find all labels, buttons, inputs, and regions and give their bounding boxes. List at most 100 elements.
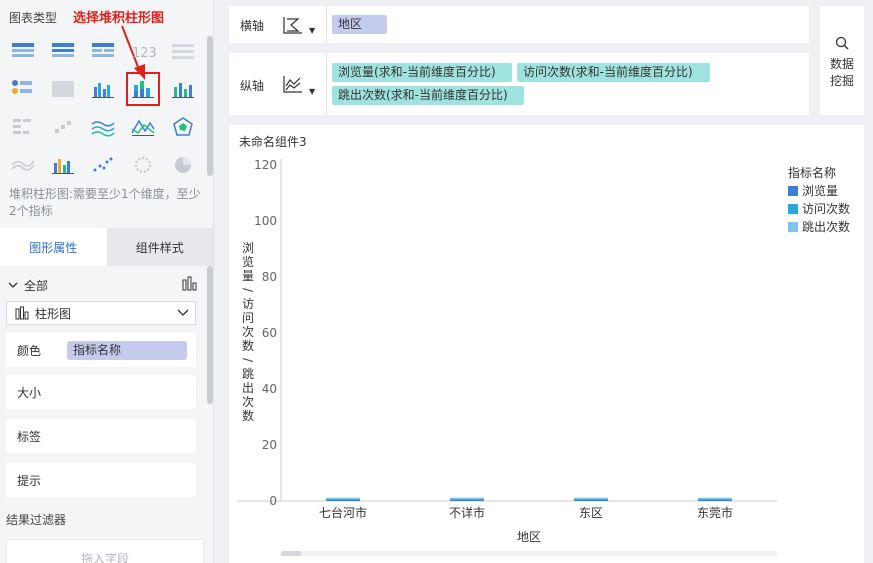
property-size[interactable]: 大小: [6, 375, 196, 409]
dot-list-icon[interactable]: [6, 72, 40, 106]
radar-chart-icon[interactable]: [166, 110, 200, 144]
bar-1[interactable]: [574, 499, 608, 501]
y-axis-title-char: 出: [242, 381, 254, 395]
detail-table-icon[interactable]: [166, 34, 200, 68]
bar-3[interactable]: [698, 497, 732, 499]
grouped-table-icon[interactable]: [46, 34, 80, 68]
chart-type-scrollbar[interactable]: [207, 36, 213, 176]
data-mining-line2: 挖掘: [829, 74, 854, 88]
chart-type-panel: 图表类型 选择堆积柱形图 123 堆积柱形图:需要至少1个维度，至少2个指标 图…: [0, 0, 214, 563]
property-color[interactable]: 颜色 指标名称: [6, 333, 196, 367]
bar-1[interactable]: [450, 499, 484, 501]
y-axis-title-char: 次: [242, 395, 254, 409]
y-tick-label: 0: [269, 494, 277, 508]
line-chart-icon[interactable]: [86, 110, 120, 144]
x-axis-panel: 横轴 ▼ 地区: [229, 6, 809, 43]
y-tick-label: 120: [254, 158, 277, 172]
chevron-down-icon: [177, 309, 189, 316]
map-chart-icon[interactable]: [46, 72, 80, 106]
x-axis-type-icon[interactable]: [282, 15, 304, 35]
tab-graph-properties[interactable]: 图形属性: [0, 228, 107, 266]
chart-type-title: 图表类型: [9, 11, 58, 25]
stacked-column-chart: 020406080100120浏览量/访问次数/跳出次数七台河市 不详市 东区 东莞市…: [237, 158, 850, 556]
pie-chart-icon[interactable]: [166, 148, 200, 182]
property-scrollbar[interactable]: [207, 266, 213, 404]
legend-item-label[interactable]: 跳出次数: [802, 219, 850, 234]
chevron-down-icon[interactable]: [8, 280, 18, 290]
legend-swatch[interactable]: [788, 222, 798, 232]
property-color-label: 颜色: [17, 343, 42, 358]
legend-item-label[interactable]: 访问次数: [802, 201, 850, 216]
y-axis-separator: [326, 53, 327, 115]
legend-swatch[interactable]: [788, 186, 798, 196]
combo-chart-icon[interactable]: [46, 148, 80, 182]
legend-title: 指标名称: [788, 165, 836, 180]
property-tabs: 图形属性 组件样式: [0, 228, 213, 266]
tab-component-style[interactable]: 组件样式: [106, 228, 213, 266]
kpi-number-icon[interactable]: 123: [126, 34, 160, 68]
y-tick-label: 20: [262, 438, 277, 452]
x-axis-label: 横轴: [240, 19, 265, 33]
x-axis-caret-icon[interactable]: ▼: [309, 26, 315, 35]
all-label: 全部: [24, 278, 49, 293]
x-axis-title: 地区: [517, 530, 541, 544]
multi-bar-icon[interactable]: [86, 72, 120, 106]
legend-swatch[interactable]: [788, 204, 798, 214]
y-axis-title-char: 览: [242, 254, 254, 269]
all-row[interactable]: 全部: [8, 276, 198, 294]
y-tick-label: 80: [262, 270, 277, 284]
bar-2[interactable]: [574, 498, 608, 500]
bar-3[interactable]: [450, 497, 484, 499]
bar-2[interactable]: [326, 498, 360, 500]
bar-2[interactable]: [450, 498, 484, 500]
y-axis-panel: 纵轴 ▼ 浏览量(求和-当前维度百分比) 访问次数(求和-当前维度百分比) 跳出…: [229, 53, 809, 115]
y-axis-title-char: 访: [242, 297, 254, 311]
y-axis-title-char: 问: [242, 311, 254, 325]
stacked-column-chart-icon[interactable]: [126, 72, 160, 106]
y-axis-title-char: 跳: [242, 367, 254, 381]
area-chart-icon[interactable]: [126, 110, 160, 144]
step-chart-icon[interactable]: [46, 110, 80, 144]
chart-card: 未命名组件3 0 20 40 60 80 100 120 浏览量 / 访问次数 / 跳出次数七台河市不…: [229, 125, 864, 563]
dot-ring-icon[interactable]: [126, 148, 160, 182]
property-label[interactable]: 标签: [6, 419, 196, 453]
data-mining-line1: 数据: [829, 57, 854, 71]
y-axis-title-char: /: [241, 358, 255, 363]
y-axis-type-icon[interactable]: [282, 74, 304, 94]
y-field-pill-3[interactable]: 跳出次数(求和-当前维度百分比): [332, 86, 524, 105]
legend-item-label[interactable]: 浏览量: [802, 183, 838, 198]
bar-3[interactable]: [574, 497, 608, 499]
scatter-chart-icon[interactable]: [86, 148, 120, 182]
bar-3[interactable]: [326, 497, 360, 499]
y-tick-label: 60: [262, 326, 277, 340]
table-chart-icon[interactable]: [6, 34, 40, 68]
y-field-pill-2[interactable]: 访问次数(求和-当前维度百分比): [517, 63, 710, 82]
bar-list-icon[interactable]: [6, 110, 40, 144]
y-field-pill-1[interactable]: 浏览量(求和-当前维度百分比): [332, 63, 512, 82]
x-field-pill[interactable]: 地区: [332, 15, 387, 34]
y-axis-title-char: 量: [242, 269, 254, 283]
stream-chart-icon[interactable]: [6, 148, 40, 182]
chart-h-scrollbar[interactable]: [281, 551, 777, 556]
cross-table-icon[interactable]: [86, 34, 120, 68]
data-mining-button[interactable]: 数据 挖掘: [820, 6, 864, 115]
y-axis-title-char: /: [241, 288, 255, 293]
y-tick-label: 100: [254, 214, 277, 228]
bar-chart-icon[interactable]: [182, 276, 198, 292]
filter-drop-zone[interactable]: 拖入字段: [6, 539, 204, 563]
property-tooltip[interactable]: 提示: [6, 463, 196, 497]
property-area: 全部 柱形图 颜色 指标名称 大小 标签 提示: [0, 266, 206, 498]
y-axis-title-char: 数: [242, 408, 254, 423]
bar-1[interactable]: [698, 499, 732, 501]
y-axis-caret-icon[interactable]: ▼: [309, 87, 315, 96]
chart-type-select[interactable]: 柱形图: [6, 301, 196, 325]
chart-h-scroll-thumb[interactable]: [281, 551, 301, 556]
color-field-pill[interactable]: 指标名称: [67, 341, 187, 360]
search-icon: [835, 36, 849, 50]
y-tick-label: 40: [262, 382, 277, 396]
bar-chart-icon: [15, 306, 29, 320]
bar-2[interactable]: [698, 498, 732, 500]
column-chart-icon[interactable]: [166, 72, 200, 106]
chart-type-description: 堆积柱形图:需要至少1个维度，至少2个指标: [9, 187, 201, 218]
bar-1[interactable]: [326, 499, 360, 501]
